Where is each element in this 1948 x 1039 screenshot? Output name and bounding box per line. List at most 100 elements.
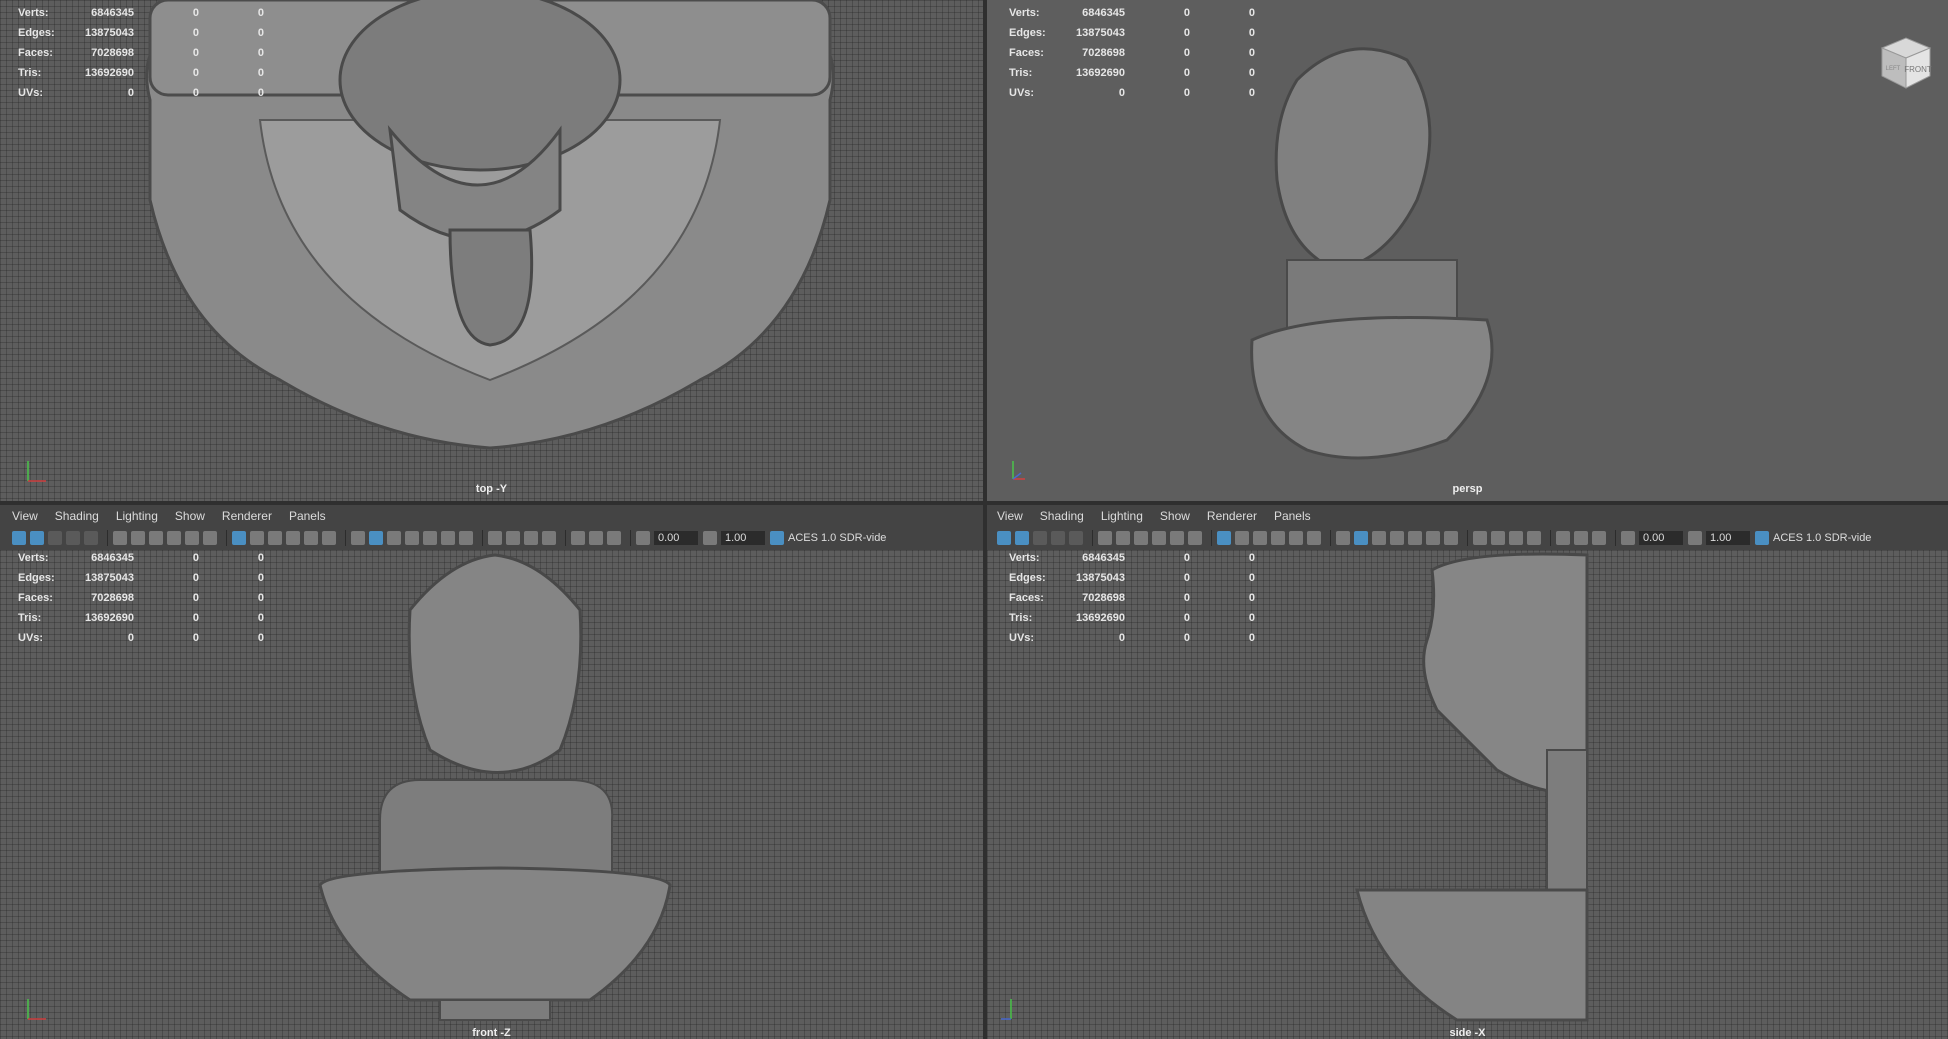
ambient-occlusion-icon[interactable] xyxy=(1473,531,1487,545)
resolution-gate-icon[interactable] xyxy=(268,531,282,545)
panel-menu-bar: View Shading Lighting Show Renderer Pane… xyxy=(0,505,983,526)
lights-icon[interactable] xyxy=(1426,531,1440,545)
axis-gizmo-icon xyxy=(27,999,46,1020)
wireframe-icon[interactable] xyxy=(1336,531,1350,545)
exposure-field[interactable]: 0.00 xyxy=(654,531,698,545)
menu-shading[interactable]: Shading xyxy=(1040,509,1084,523)
isolate-select-icon[interactable] xyxy=(571,531,585,545)
menu-renderer[interactable]: Renderer xyxy=(1207,509,1257,523)
gate-mask-icon[interactable] xyxy=(1271,531,1285,545)
bookmark-icon[interactable] xyxy=(66,531,80,545)
grid-icon[interactable] xyxy=(1217,531,1231,545)
camera-attributes-icon[interactable] xyxy=(131,531,145,545)
menu-lighting[interactable]: Lighting xyxy=(116,509,158,523)
motion-blur-icon[interactable] xyxy=(506,531,520,545)
viewport-persp[interactable]: Verts: 6846345 0 0 Edges: 13875043 0 0 Faces: 7… xyxy=(987,0,1948,501)
exposure-icon[interactable] xyxy=(1621,531,1635,545)
xray-icon[interactable] xyxy=(1408,531,1422,545)
xray-icon[interactable] xyxy=(423,531,437,545)
viewport-top[interactable]: Verts: 6846345 0 0 Edges: 13875043 0 0 Faces: 7… xyxy=(0,0,983,501)
xray-components-icon[interactable] xyxy=(1592,531,1606,545)
film-gate-icon[interactable] xyxy=(250,531,264,545)
image-plane-icon[interactable] xyxy=(84,531,98,545)
axis-gizmo-icon xyxy=(1001,999,1012,1020)
motion-blur-icon[interactable] xyxy=(1491,531,1505,545)
select-icon[interactable] xyxy=(997,531,1011,545)
image-plane-icon[interactable] xyxy=(1069,531,1083,545)
xray-joints-icon[interactable] xyxy=(589,531,603,545)
field-chart-icon[interactable] xyxy=(1289,531,1303,545)
poly-count-hud: Verts: 6846345 0 0 Edges: 13875043 0 0 Faces: 7… xyxy=(18,7,264,99)
bookmark-icon[interactable] xyxy=(1051,531,1065,545)
camera-icon[interactable] xyxy=(113,531,127,545)
viewport-front[interactable]: Verts: 6846345 0 0 Edges: 13875043 0 0 Faces: 7… xyxy=(0,550,983,1039)
camera-attributes-icon[interactable] xyxy=(1116,531,1130,545)
wireframe-icon[interactable] xyxy=(351,531,365,545)
bookmark-camera-icon[interactable] xyxy=(1134,531,1148,545)
anti-aliasing-icon[interactable] xyxy=(524,531,538,545)
menu-view[interactable]: View xyxy=(997,509,1023,523)
default-material-icon[interactable] xyxy=(1372,531,1386,545)
shadows-icon[interactable] xyxy=(1444,531,1458,545)
pan-icon[interactable] xyxy=(185,531,199,545)
isolate-select-icon[interactable] xyxy=(1556,531,1570,545)
select-camera-icon[interactable] xyxy=(30,531,44,545)
menu-show[interactable]: Show xyxy=(175,509,205,523)
ambient-occlusion-icon[interactable] xyxy=(488,531,502,545)
xray-components-icon[interactable] xyxy=(607,531,621,545)
depth-of-field-icon[interactable] xyxy=(1527,531,1541,545)
gamma-icon[interactable] xyxy=(703,531,717,545)
viewcube-side-label: LEFT xyxy=(1886,66,1901,72)
bookmark-camera-icon[interactable] xyxy=(149,531,163,545)
menu-panels[interactable]: Panels xyxy=(1274,509,1311,523)
gate-mask-icon[interactable] xyxy=(286,531,300,545)
gamma-field[interactable]: 1.00 xyxy=(721,531,765,545)
pan-icon[interactable] xyxy=(1170,531,1184,545)
exposure-icon[interactable] xyxy=(636,531,650,545)
camera-label: top -Y xyxy=(475,483,508,495)
safe-action-icon[interactable] xyxy=(1307,531,1321,545)
grease-pencil-icon[interactable] xyxy=(203,531,217,545)
grid-icon[interactable] xyxy=(232,531,246,545)
select-camera-icon[interactable] xyxy=(1015,531,1029,545)
select-icon[interactable] xyxy=(12,531,26,545)
exposure-field[interactable]: 0.00 xyxy=(1639,531,1683,545)
smooth-shade-icon[interactable] xyxy=(1354,531,1368,545)
smooth-shade-icon[interactable] xyxy=(369,531,383,545)
grease-pencil-icon[interactable] xyxy=(1188,531,1202,545)
textured-icon[interactable] xyxy=(1390,531,1404,545)
axis-gizmo-icon xyxy=(1012,461,1025,480)
panel-menu-bar: View Shading Lighting Show Renderer Pane… xyxy=(987,505,1948,526)
field-chart-icon[interactable] xyxy=(304,531,318,545)
lock-camera-icon[interactable] xyxy=(1033,531,1047,545)
viewport-side[interactable]: Verts: 6846345 0 0 Edges: 13875043 0 0 Faces: 7… xyxy=(987,550,1948,1039)
anti-aliasing-icon[interactable] xyxy=(1509,531,1523,545)
menu-lighting[interactable]: Lighting xyxy=(1101,509,1143,523)
gamma-field[interactable]: 1.00 xyxy=(1706,531,1750,545)
viewcube-icon[interactable]: FRONT LEFT xyxy=(1872,30,1938,96)
gamma-icon[interactable] xyxy=(1688,531,1702,545)
color-management-icon[interactable] xyxy=(1755,531,1769,545)
shadows-icon[interactable] xyxy=(459,531,473,545)
safe-action-icon[interactable] xyxy=(322,531,336,545)
menu-show[interactable]: Show xyxy=(1160,509,1190,523)
menu-shading[interactable]: Shading xyxy=(55,509,99,523)
menu-renderer[interactable]: Renderer xyxy=(222,509,272,523)
camera-icon[interactable] xyxy=(1098,531,1112,545)
menu-view[interactable]: View xyxy=(12,509,38,523)
lights-icon[interactable] xyxy=(441,531,455,545)
track-icon[interactable] xyxy=(1152,531,1166,545)
view-transform-select[interactable]: ACES 1.0 SDR-vide xyxy=(788,532,886,544)
view-transform-select[interactable]: ACES 1.0 SDR-vide xyxy=(1773,532,1871,544)
menu-panels[interactable]: Panels xyxy=(289,509,326,523)
film-gate-icon[interactable] xyxy=(1235,531,1249,545)
track-icon[interactable] xyxy=(167,531,181,545)
depth-of-field-icon[interactable] xyxy=(542,531,556,545)
textured-icon[interactable] xyxy=(405,531,419,545)
default-material-icon[interactable] xyxy=(387,531,401,545)
color-management-icon[interactable] xyxy=(770,531,784,545)
lock-camera-icon[interactable] xyxy=(48,531,62,545)
xray-joints-icon[interactable] xyxy=(1574,531,1588,545)
resolution-gate-icon[interactable] xyxy=(1253,531,1267,545)
axis-gizmo-icon xyxy=(27,461,46,482)
